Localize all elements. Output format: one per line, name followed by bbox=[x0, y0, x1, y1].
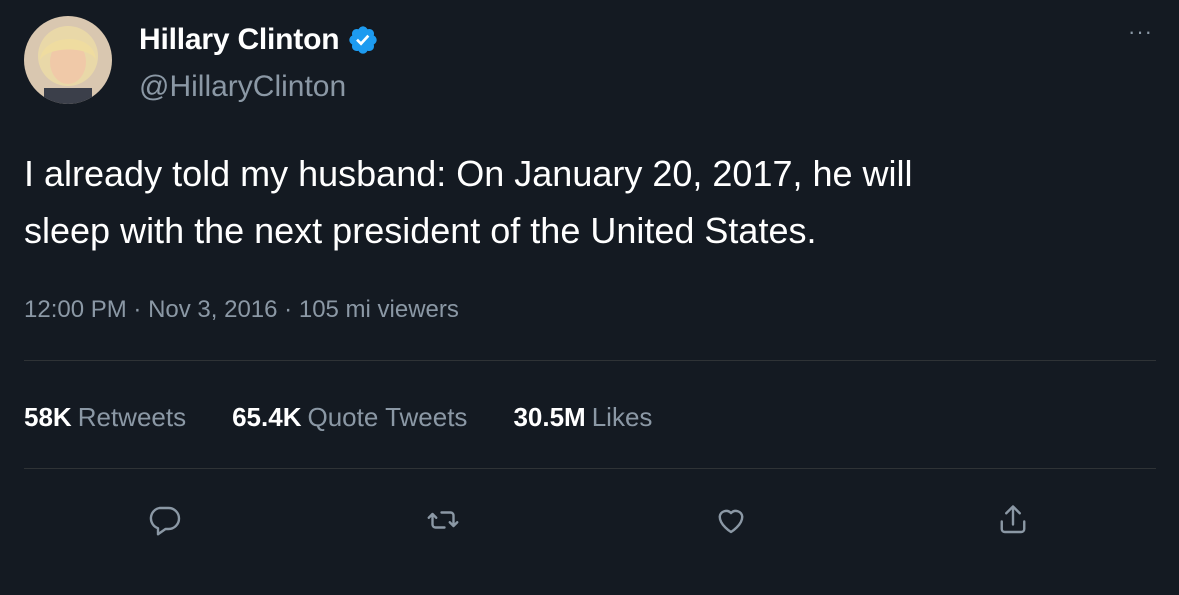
share-button[interactable] bbox=[989, 496, 1037, 544]
meta-separator: · bbox=[133, 296, 142, 323]
action-bar bbox=[0, 496, 1179, 544]
meta-separator: · bbox=[284, 296, 293, 323]
tweet-text-line-1: I already told my husband: On January 20… bbox=[24, 153, 913, 194]
tweet-text: I already told my husband: On January 20… bbox=[24, 145, 1154, 259]
quote-tweets-stat[interactable]: 65.4K Quote Tweets bbox=[232, 402, 467, 433]
tweet-meta: 12:00 PM · Nov 3, 2016 · 105 mi viewers bbox=[24, 296, 459, 324]
retweet-button[interactable] bbox=[419, 496, 467, 544]
share-icon bbox=[1000, 505, 1026, 534]
likes-label: Likes bbox=[591, 402, 653, 432]
likes-stat[interactable]: 30.5M Likes bbox=[513, 402, 652, 433]
tweet-date[interactable]: Nov 3, 2016 bbox=[148, 296, 277, 323]
divider bbox=[24, 468, 1156, 469]
retweets-stat[interactable]: 58K Retweets bbox=[24, 402, 186, 433]
divider bbox=[24, 360, 1156, 361]
engagement-stats: 58K Retweets 65.4K Quote Tweets 30.5M Likes bbox=[24, 402, 698, 433]
like-button[interactable] bbox=[707, 496, 755, 544]
author-name-row[interactable]: Hillary Clinton bbox=[139, 20, 379, 60]
author-handle[interactable]: @HillaryClinton bbox=[139, 70, 346, 104]
more-options-icon[interactable]: ··· bbox=[1128, 21, 1153, 43]
tweet-time[interactable]: 12:00 PM bbox=[24, 296, 127, 323]
heart-icon bbox=[718, 509, 744, 534]
tweet-views: 105 mi viewers bbox=[298, 296, 459, 323]
avatar[interactable] bbox=[24, 16, 112, 104]
verified-badge-icon bbox=[347, 24, 379, 56]
retweets-label: Retweets bbox=[77, 402, 187, 432]
tweet-text-line-2: sleep with the next president of the Uni… bbox=[24, 210, 817, 251]
likes-count: 30.5M bbox=[513, 402, 586, 432]
reply-icon bbox=[149, 506, 181, 536]
retweet-icon bbox=[427, 511, 459, 529]
quote-tweets-count: 65.4K bbox=[232, 402, 302, 432]
reply-button[interactable] bbox=[140, 496, 188, 544]
tweet-card: Hillary Clinton @HillaryClinton ··· I al… bbox=[0, 0, 1179, 595]
display-name[interactable]: Hillary Clinton bbox=[139, 23, 340, 57]
retweets-count: 58K bbox=[24, 402, 72, 432]
quote-tweets-label: Quote Tweets bbox=[307, 402, 468, 432]
